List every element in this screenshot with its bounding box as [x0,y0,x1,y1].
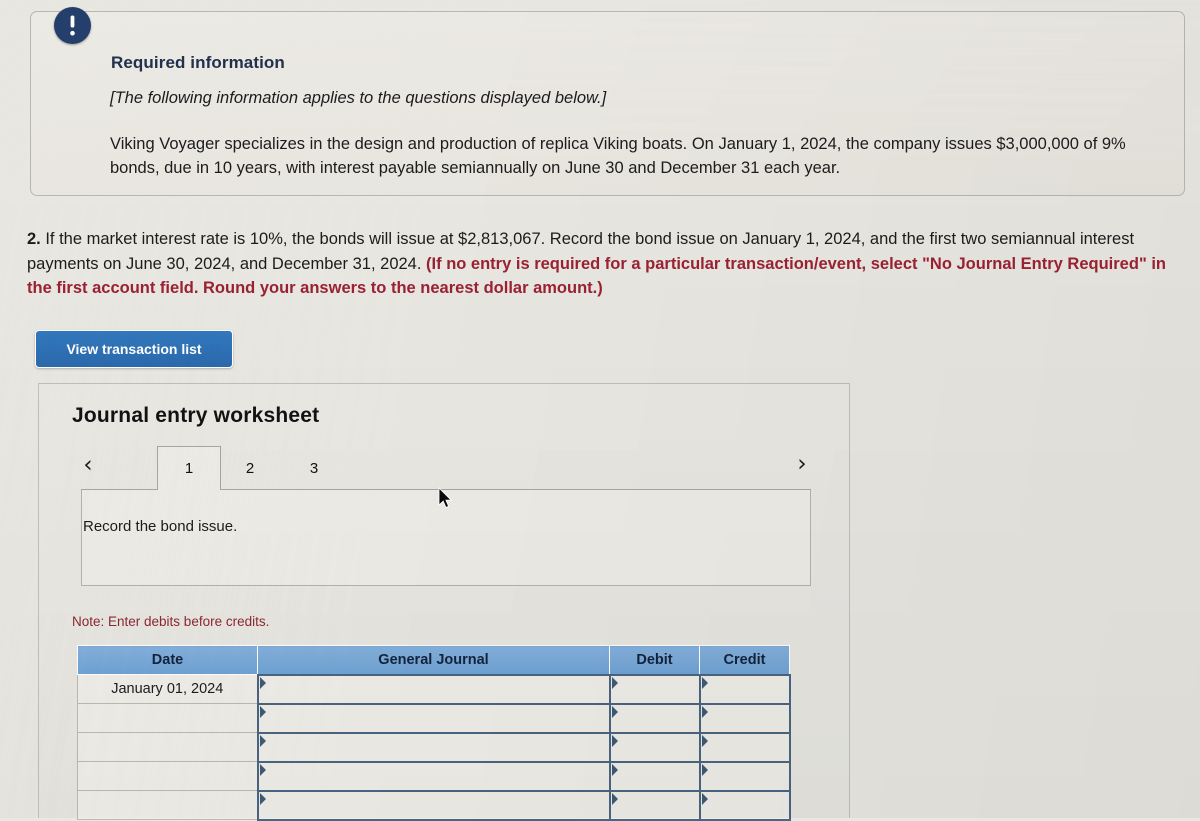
date-cell[interactable] [77,732,258,762]
worksheet-tab-3-label: 3 [309,459,319,477]
mouse-cursor [438,487,454,516]
chevron-left-icon: ‹ [83,451,93,478]
column-header-credit: Credit [699,645,790,675]
debit-input[interactable] [608,673,701,705]
worksheet-tab-2-label: 2 [245,459,255,477]
worksheet-title: Journal entry worksheet [72,404,320,427]
journal-entry-worksheet-panel: Journal entry worksheet ‹ 1 2 3 › Record… [38,383,850,821]
caret-right-icon [701,734,708,747]
caret-right-icon [259,705,266,718]
caret-right-icon [259,676,266,689]
required-information-italic-note: [The following information applies to th… [110,89,607,107]
view-transaction-list-button[interactable]: View transaction list [35,330,233,368]
worksheet-tabs: ‹ 1 2 3 › [39,446,849,490]
column-header-debit: Debit [609,645,700,675]
credit-input[interactable] [698,789,791,821]
tab-next-button[interactable]: › [791,450,813,478]
caret-right-icon [611,763,618,776]
general-journal-select[interactable] [256,702,611,734]
worksheet-tab-1-label: 1 [184,460,194,477]
required-information-box: Required information [The following info… [30,7,1185,196]
caret-right-icon [611,705,618,718]
table-row [77,760,791,792]
required-information-body: Viking Voyager specializes in the design… [110,135,1126,177]
caret-right-icon [611,676,618,689]
caret-right-icon [701,763,708,776]
caret-right-icon [611,734,618,747]
debits-before-credits-note: Note: Enter debits before credits. [72,614,270,629]
caret-right-icon [701,792,708,805]
debit-input[interactable] [608,731,701,763]
credit-input[interactable] [698,760,791,792]
chevron-right-icon: › [797,450,807,477]
general-journal-select[interactable] [256,789,611,821]
exclamation-circle-icon [54,7,91,44]
debit-input[interactable] [608,789,701,821]
date-cell[interactable] [77,790,258,820]
table-row [77,702,791,734]
question-number: 2. [27,230,41,248]
table-row [77,731,791,763]
table-header-row: Date General Journal Debit Credit [77,645,790,675]
general-journal-select[interactable] [256,760,611,792]
worksheet-prompt-text: Record the bond issue. [83,518,238,535]
worksheet-tab-1[interactable]: 1 [157,446,221,490]
table-row [77,789,791,821]
worksheet-tab-2[interactable]: 2 [229,446,271,490]
column-header-date: Date [77,645,258,675]
tab-prev-button[interactable]: ‹ [77,451,99,479]
caret-right-icon [611,792,618,805]
caret-right-icon [259,763,266,776]
debit-input[interactable] [608,760,701,792]
credit-input[interactable] [698,702,791,734]
general-journal-select[interactable] [256,673,611,705]
required-information-heading: Required information [111,53,285,72]
credit-input[interactable] [698,731,791,763]
worksheet-tab-3[interactable]: 3 [293,446,335,490]
caret-right-icon [259,792,266,805]
date-cell[interactable] [77,761,258,791]
caret-right-icon [701,705,708,718]
date-cell[interactable]: January 01, 2024 [77,674,258,704]
caret-right-icon [701,676,708,689]
column-header-general-journal: General Journal [257,645,610,675]
question-text: 2. If the market interest rate is 10%, t… [27,227,1177,301]
general-journal-select[interactable] [256,731,611,763]
date-cell[interactable] [77,703,258,733]
table-row: January 01, 2024 [77,673,791,705]
caret-right-icon [259,734,266,747]
debit-input[interactable] [608,702,701,734]
journal-entry-table: Date General Journal Debit Credit Januar… [77,645,791,821]
credit-input[interactable] [698,673,791,705]
